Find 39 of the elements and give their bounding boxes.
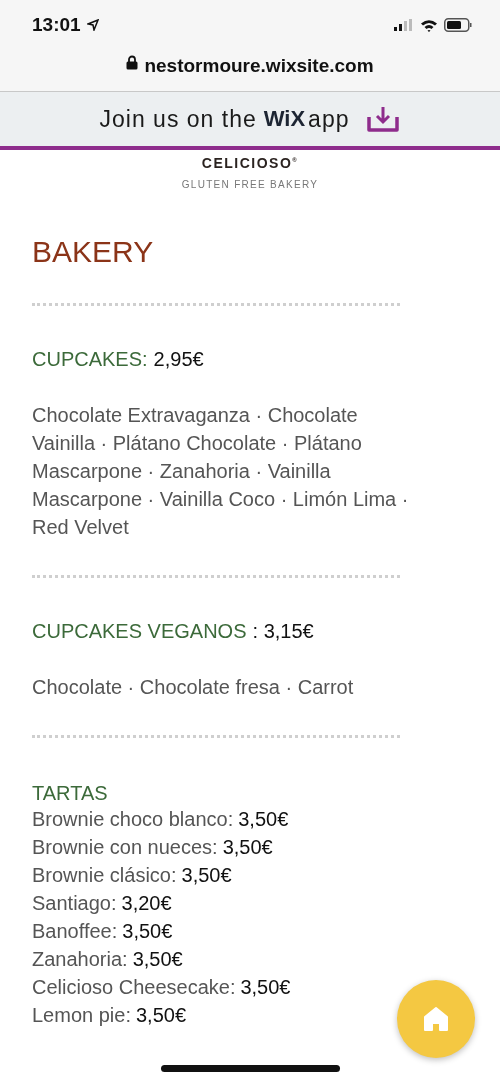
home-icon bbox=[423, 1006, 449, 1032]
item-name: Banoffee: bbox=[32, 919, 118, 944]
address-bar-url[interactable]: nestormoure.wixsite.com bbox=[144, 55, 374, 77]
item-price: 3,50€ bbox=[222, 835, 273, 860]
app-banner[interactable]: Join us on the WiXapp bbox=[0, 92, 500, 150]
item-price: 3,50€ bbox=[132, 947, 183, 972]
brand-logo: CELICIOSO$^{®}$ bbox=[201, 155, 299, 171]
item-name: Santiago: bbox=[32, 891, 117, 916]
section-title: CUPCAKES VEGANOS bbox=[32, 620, 247, 643]
item-name: Brownie clásico: bbox=[32, 863, 177, 888]
location-arrow-icon bbox=[86, 19, 99, 31]
wifi-icon bbox=[420, 18, 438, 32]
item-price: 3,50€ bbox=[135, 1003, 187, 1028]
item-price: 3,50€ bbox=[240, 975, 291, 1000]
download-icon[interactable] bbox=[366, 105, 401, 133]
item-name: Zanahoria: bbox=[32, 947, 128, 972]
item-name: Brownie choco blanco: bbox=[32, 807, 234, 832]
flavor-list: Chocolate · Chocolate fresa · Carrot bbox=[32, 673, 412, 701]
item-name: Celicioso Cheesecake: bbox=[32, 975, 236, 1000]
banner-text: Join us on the bbox=[99, 105, 257, 133]
page-title: BAKERY bbox=[32, 235, 155, 269]
wix-logo: WiX bbox=[263, 106, 306, 132]
banner-text: app bbox=[308, 105, 350, 133]
section-price: 2,95€ bbox=[153, 348, 204, 371]
battery-icon bbox=[444, 18, 472, 32]
item-name: Brownie con nueces: bbox=[32, 835, 218, 860]
status-time: 13:01 bbox=[32, 14, 81, 36]
lock-icon bbox=[126, 55, 139, 70]
signal-icon bbox=[394, 19, 414, 31]
item-name: Lemon pie: bbox=[32, 1003, 131, 1028]
item-price: 3,50€ bbox=[181, 863, 232, 888]
section-price: : 3,15€ bbox=[252, 620, 314, 643]
brand-tagline: GLUTEN FREE BAKERY bbox=[181, 179, 319, 190]
item-price: 3,20€ bbox=[121, 891, 172, 916]
section-title: CUPCAKES: bbox=[32, 348, 148, 371]
item-price: 3,50€ bbox=[238, 807, 289, 832]
section-title: TARTAS bbox=[32, 782, 108, 805]
item-price: 3,50€ bbox=[122, 919, 173, 944]
flavor-list: Chocolate Extravaganza · Chocolate Vainilla · Plátano Chocolate · Plátano Mascarpone · Zanahoria · Vainilla Mascarpone · Vainilla Coco · Limón Lima · Red Velvet bbox=[32, 401, 412, 541]
